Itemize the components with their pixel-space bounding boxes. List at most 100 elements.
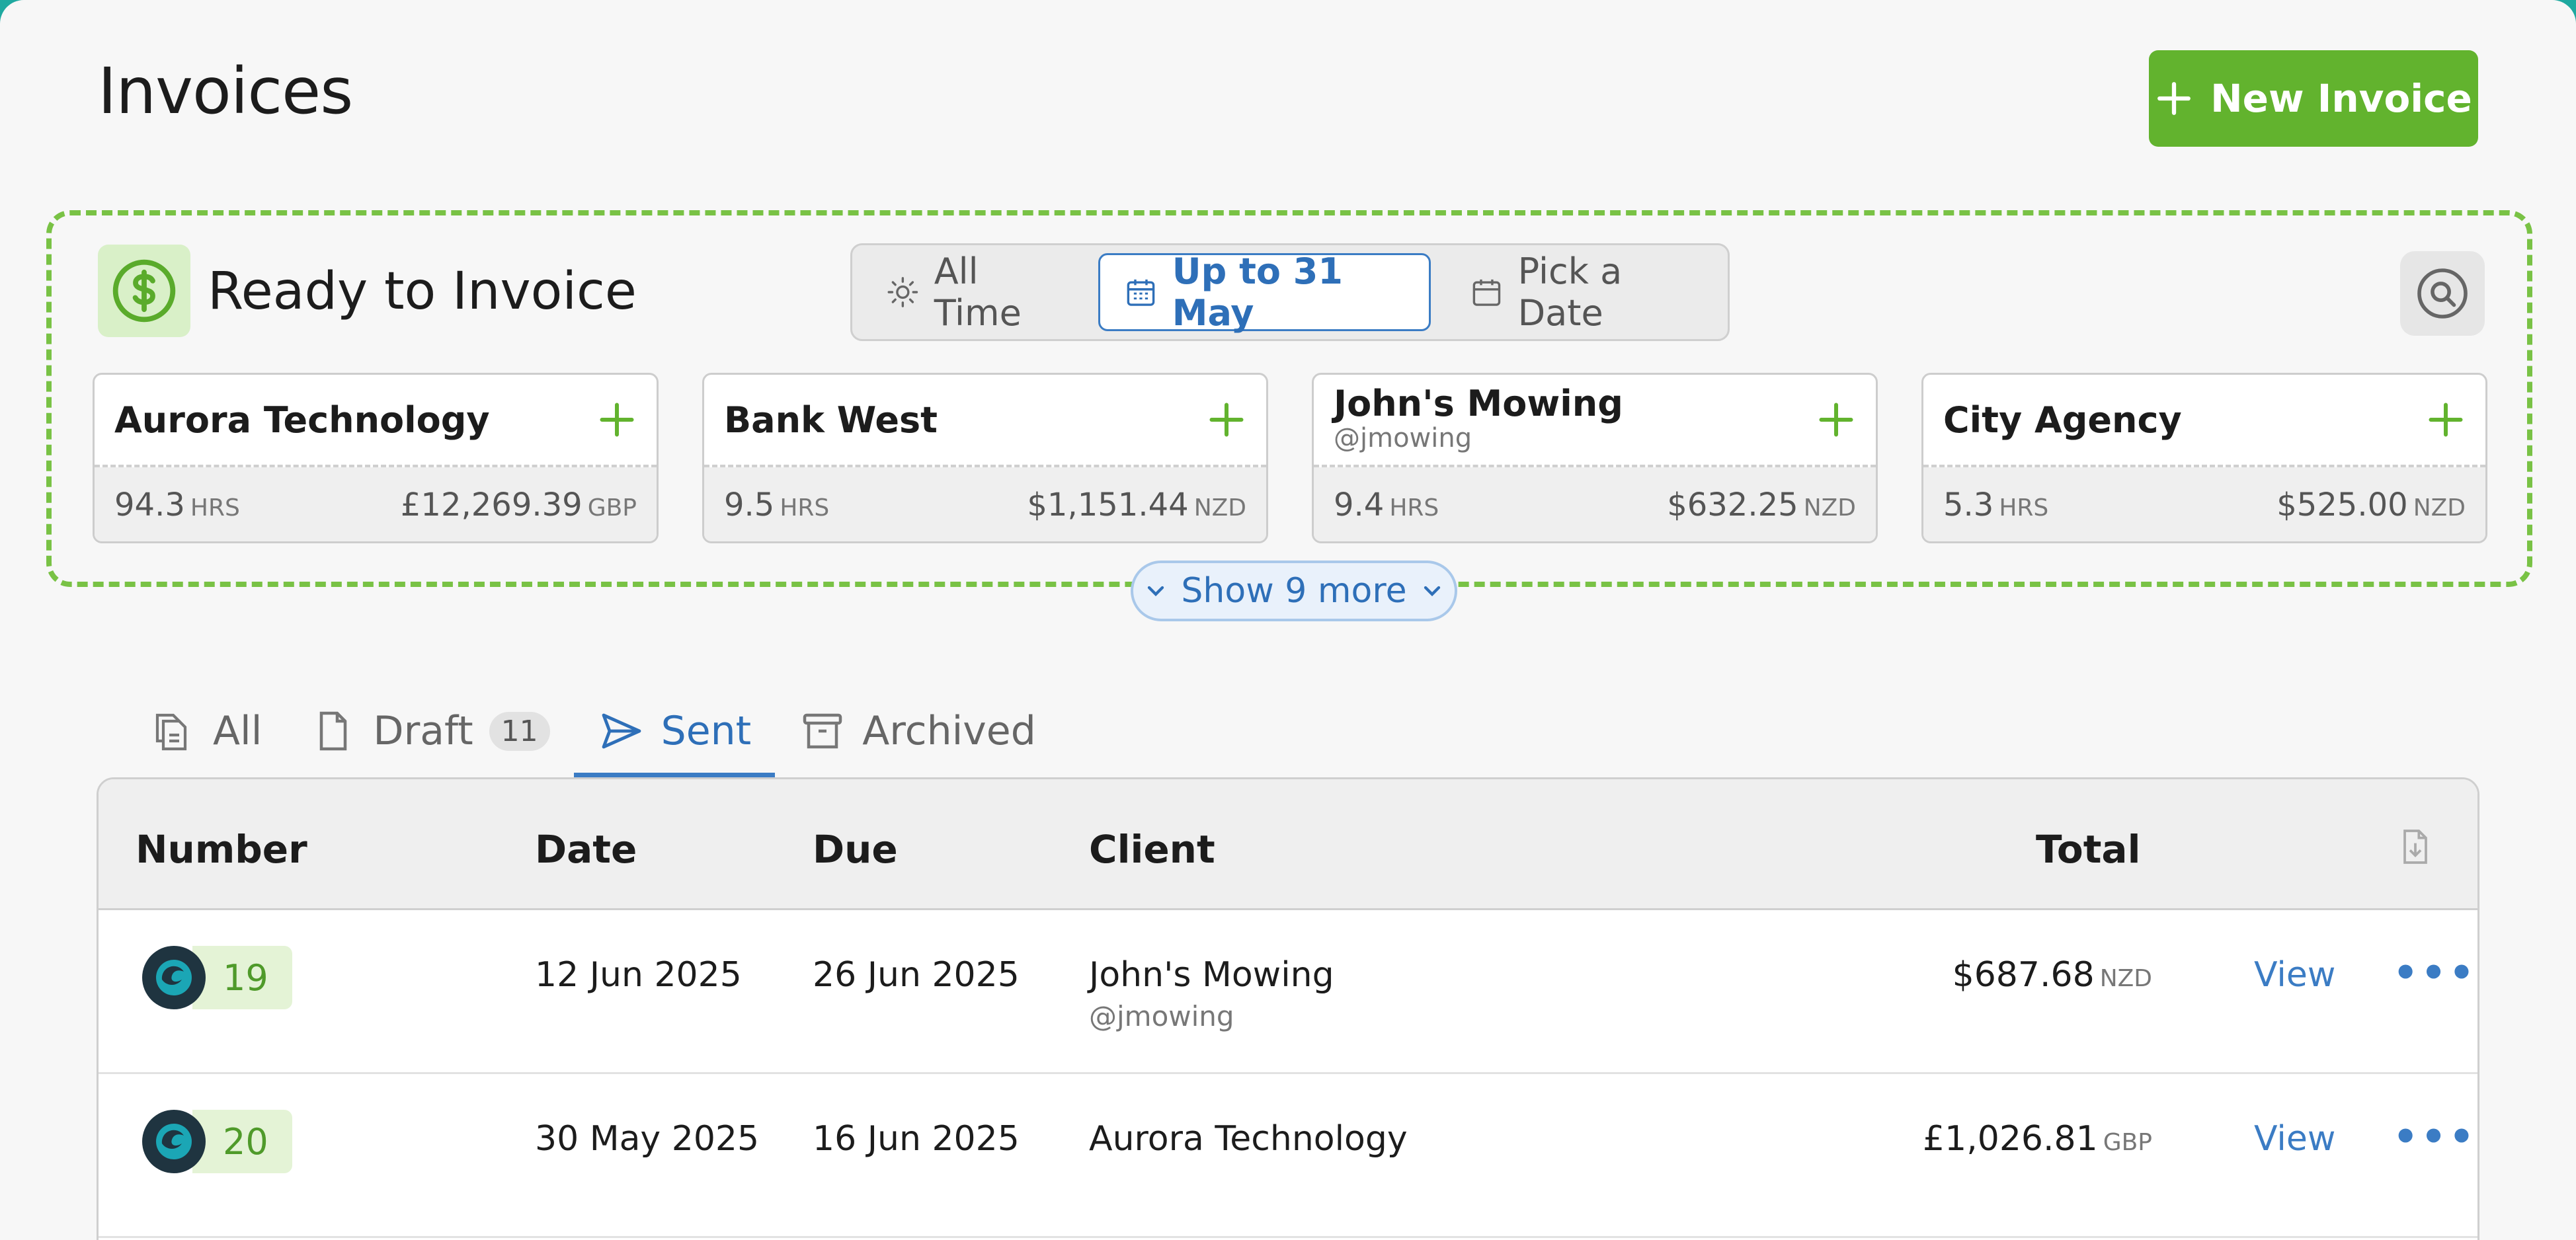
search-button[interactable] bbox=[2400, 251, 2485, 336]
plus-icon[interactable] bbox=[2426, 400, 2466, 440]
send-icon bbox=[602, 713, 641, 749]
client-card-name: John's Mowing bbox=[1334, 383, 1623, 424]
currency-code: NZD bbox=[1193, 494, 1246, 522]
invoice-number-pill: 20 bbox=[142, 1110, 292, 1173]
filter-all-time[interactable]: All Time bbox=[860, 251, 1085, 334]
invoice-total: £1,026.81 GBP bbox=[1923, 1119, 2152, 1159]
client-name: John's Mowing bbox=[1089, 955, 1334, 995]
invoice-total: $687.68 NZD bbox=[1952, 955, 2152, 995]
header-number[interactable]: Number bbox=[136, 827, 307, 872]
plus-icon bbox=[2157, 82, 2191, 115]
tab-draft-label: Draft bbox=[373, 708, 473, 754]
total-amount: £1,026.81 bbox=[1923, 1119, 2098, 1159]
currency-code: GBP bbox=[587, 494, 637, 522]
invoice-tabs: All Draft 11 Sent Archived bbox=[126, 685, 1060, 777]
show-more-button[interactable]: Show 9 more bbox=[1131, 561, 1457, 621]
client-handle: @jmowing bbox=[1089, 1000, 1234, 1032]
client-card[interactable]: City Agency 5.3 HRS $525.00 NZD bbox=[1921, 373, 2487, 543]
client-card-name: Aurora Technology bbox=[114, 399, 490, 441]
client-card[interactable]: Aurora Technology 94.3 HRS £12,269.39 GBP bbox=[93, 373, 659, 543]
sun-icon bbox=[887, 277, 918, 307]
tab-archived[interactable]: Archived bbox=[775, 685, 1060, 777]
tab-sent-label: Sent bbox=[661, 708, 752, 754]
files-icon bbox=[155, 713, 187, 751]
invoice-client: John's Mowing @jmowing bbox=[1089, 955, 1334, 1032]
tab-archived-label: Archived bbox=[862, 708, 1036, 754]
client-card-name: City Agency bbox=[1943, 399, 2182, 441]
client-card-name: Bank West bbox=[724, 399, 938, 441]
header-total[interactable]: Total bbox=[2036, 827, 2140, 872]
client-card-hours: 9.4 bbox=[1334, 486, 1385, 523]
currency-code: NZD bbox=[1803, 494, 1856, 522]
filter-up-to-31-may[interactable]: Up to 31 May bbox=[1098, 251, 1431, 334]
table-header: Number Date Due Client Total bbox=[99, 779, 2477, 910]
client-name: Aurora Technology bbox=[1089, 1119, 1408, 1159]
new-invoice-button[interactable]: New Invoice bbox=[2149, 50, 2478, 147]
tab-all-label: All bbox=[213, 708, 262, 754]
view-link[interactable]: View bbox=[2254, 1119, 2335, 1159]
hours-unit: HRS bbox=[1389, 494, 1439, 522]
view-link[interactable]: View bbox=[2254, 955, 2335, 995]
more-options-icon[interactable]: ••• bbox=[2393, 950, 2477, 996]
header-date[interactable]: Date bbox=[535, 827, 637, 872]
invoice-client: Aurora Technology bbox=[1089, 1119, 1408, 1159]
client-card-hours: 5.3 bbox=[1943, 486, 1994, 523]
client-card-amount: $632.25 bbox=[1667, 486, 1798, 523]
chevron-down-icon bbox=[1148, 586, 1164, 597]
client-card-hours: 94.3 bbox=[114, 486, 185, 523]
ready-to-invoice-title: Ready to Invoice bbox=[208, 262, 637, 321]
client-card-handle: @jmowing bbox=[1334, 423, 1472, 453]
table-row[interactable]: 20 30 May 2025 16 Jun 2025 Aurora Techno… bbox=[99, 1074, 2477, 1238]
header-client[interactable]: Client bbox=[1089, 827, 1215, 872]
hours-unit: HRS bbox=[190, 494, 240, 522]
invoices-page: Invoices New Invoice Ready to Invoice Al… bbox=[0, 0, 2576, 1240]
filter-up-to-31-may-label: Up to 31 May bbox=[1172, 251, 1343, 334]
plus-icon[interactable] bbox=[1816, 400, 1856, 440]
avatar bbox=[142, 1110, 206, 1173]
ready-to-invoice-panel: Ready to Invoice All Time Up to 31 May P… bbox=[46, 210, 2532, 621]
invoice-due: 16 Jun 2025 bbox=[813, 1119, 1020, 1159]
archive-icon bbox=[803, 713, 842, 749]
hours-unit: HRS bbox=[1999, 494, 2049, 522]
tab-all[interactable]: All bbox=[126, 685, 286, 777]
client-card-amount: $525.00 bbox=[2276, 486, 2408, 523]
currency-code: NZD bbox=[2099, 965, 2152, 992]
currency-code: GBP bbox=[2103, 1129, 2152, 1156]
invoice-number-pill: 19 bbox=[142, 946, 292, 1009]
header-due[interactable]: Due bbox=[813, 827, 898, 872]
client-card-hours: 9.5 bbox=[724, 486, 775, 523]
currency-code: NZD bbox=[2413, 494, 2466, 522]
more-options-icon[interactable]: ••• bbox=[2393, 1114, 2477, 1160]
filter-pick-a-date[interactable]: Pick a Date bbox=[1444, 251, 1720, 334]
avatar bbox=[142, 946, 206, 1009]
client-cards: Aurora Technology 94.3 HRS £12,269.39 GBP … bbox=[93, 373, 2487, 543]
export-file-icon[interactable] bbox=[2394, 826, 2436, 868]
invoice-due: 26 Jun 2025 bbox=[813, 955, 1020, 995]
client-card-amount: £12,269.39 bbox=[400, 486, 583, 523]
document-icon bbox=[320, 711, 347, 751]
client-card[interactable]: Bank West 9.5 HRS $1,151.44 NZD bbox=[702, 373, 1268, 543]
chevron-down-icon bbox=[1424, 586, 1440, 597]
tab-draft[interactable]: Draft 11 bbox=[286, 685, 573, 777]
draft-count-badge: 11 bbox=[489, 711, 550, 751]
hours-unit: HRS bbox=[780, 494, 830, 522]
new-invoice-label: New Invoice bbox=[2210, 76, 2472, 121]
invoice-number: 20 bbox=[192, 1110, 292, 1173]
filter-pick-a-date-label: Pick a Date bbox=[1517, 251, 1623, 334]
client-card[interactable]: John's Mowing @jmowing 9.4 HRS $632.25 NZD bbox=[1312, 373, 1878, 543]
search-icon bbox=[2417, 268, 2468, 319]
show-more-label: Show 9 more bbox=[1181, 571, 1407, 611]
tab-sent[interactable]: Sent bbox=[573, 685, 776, 777]
table-row[interactable]: 19 12 Jun 2025 26 Jun 2025 John's Mowing… bbox=[99, 910, 2477, 1074]
calendar-grid-icon bbox=[1127, 279, 1155, 306]
date-filter: All Time Up to 31 May Pick a Date bbox=[850, 243, 1730, 341]
calendar-icon bbox=[1472, 279, 1500, 306]
plus-icon[interactable] bbox=[597, 400, 637, 440]
page-title: Invoices bbox=[98, 54, 353, 128]
invoice-date: 30 May 2025 bbox=[535, 1119, 760, 1159]
client-card-amount: $1,151.44 bbox=[1027, 486, 1189, 523]
total-amount: $687.68 bbox=[1952, 955, 2095, 995]
invoice-number: 19 bbox=[192, 946, 292, 1009]
plus-icon[interactable] bbox=[1207, 400, 1246, 440]
filter-all-time-label: All Time bbox=[934, 251, 1022, 334]
